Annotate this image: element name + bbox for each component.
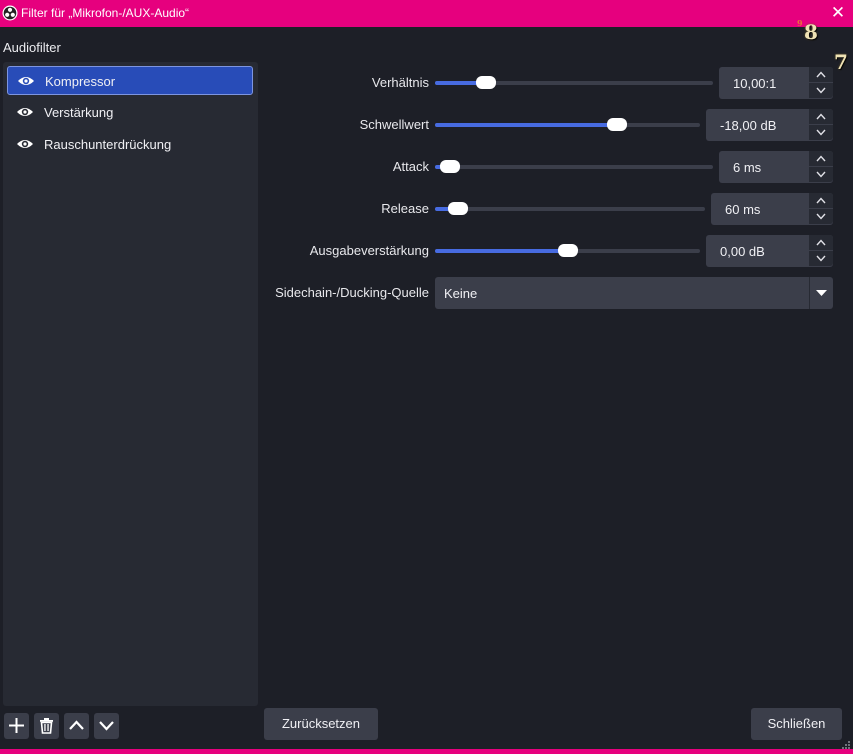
chevron-up-icon: [816, 155, 826, 162]
ratio-label: Verhältnis: [371, 75, 429, 90]
attack-increment-button[interactable]: [809, 151, 833, 166]
overlay-number-8: 8: [804, 20, 818, 44]
chevron-up-icon: [816, 197, 826, 204]
chevron-up-icon: [816, 71, 826, 78]
filter-item-rauschunterdrueckung[interactable]: Rauschunterdrückung: [7, 130, 253, 159]
chevron-down-icon: [816, 213, 826, 220]
title-bar: Filter für „Mikrofon-/AUX-Audio“ ✕: [0, 0, 853, 27]
eye-icon[interactable]: [16, 105, 34, 119]
dropdown-divider: [809, 277, 810, 309]
ratio-slider[interactable]: [435, 76, 713, 89]
release-increment-button[interactable]: [809, 193, 833, 208]
sidechain-select[interactable]: Keine: [435, 277, 833, 309]
threshold-slider[interactable]: [435, 118, 700, 131]
output-gain-label: Ausgabeverstärkung: [309, 243, 429, 258]
output-gain-slider-handle[interactable]: [558, 244, 578, 257]
window-border-bottom: [0, 749, 853, 754]
threshold-slider-fill: [435, 123, 617, 127]
filter-item-label: Rauschunterdrückung: [44, 137, 172, 152]
move-filter-up-button[interactable]: [64, 713, 89, 739]
attack-slider[interactable]: [435, 160, 713, 173]
filter-item-kompressor[interactable]: Kompressor: [7, 66, 253, 95]
ratio-slider-handle[interactable]: [476, 76, 496, 89]
chevron-down-icon: [816, 129, 826, 136]
chevron-down-icon: [816, 255, 826, 262]
obs-logo-icon: [2, 5, 18, 21]
audio-filter-heading: Audiofilter: [3, 40, 61, 55]
sidechain-dropdown-arrow[interactable]: [809, 277, 833, 309]
release-decrement-button[interactable]: [809, 209, 833, 224]
release-spinbox[interactable]: 60 ms: [711, 193, 833, 225]
remove-filter-button[interactable]: [34, 713, 59, 739]
release-label: Release: [381, 201, 429, 216]
threshold-increment-button[interactable]: [809, 109, 833, 124]
ratio-decrement-button[interactable]: [809, 83, 833, 98]
chevron-down-icon: [816, 171, 826, 178]
chevron-up-icon: [69, 720, 84, 730]
attack-spinbox[interactable]: 6 ms: [719, 151, 833, 183]
chevron-down-icon: [816, 87, 826, 94]
threshold-slider-handle[interactable]: [607, 118, 627, 131]
threshold-label: Schwellwert: [359, 117, 429, 132]
chevron-up-icon: [816, 113, 826, 120]
threshold-decrement-button[interactable]: [809, 125, 833, 140]
close-button[interactable]: Schließen: [751, 708, 842, 740]
attack-label: Attack: [392, 159, 429, 174]
ratio-value: 10,00:1: [733, 76, 777, 91]
caret-down-icon: [816, 290, 827, 296]
filter-list: Kompressor Verstärkung Rauschunterdrücku…: [3, 62, 258, 706]
attack-value: 6 ms: [733, 160, 762, 175]
chevron-up-icon: [816, 239, 826, 246]
close-window-icon[interactable]: ✕: [829, 4, 847, 22]
ratio-increment-button[interactable]: [809, 67, 833, 82]
ratio-spinbox[interactable]: 10,00:1: [719, 67, 833, 99]
output-gain-spinbox[interactable]: 0,00 dB: [706, 235, 833, 267]
filter-item-label: Kompressor: [45, 74, 116, 89]
threshold-spinbox[interactable]: -18,00 dB: [706, 109, 833, 141]
threshold-value: -18,00 dB: [720, 118, 777, 133]
output-gain-decrement-button[interactable]: [809, 251, 833, 266]
release-slider-handle[interactable]: [448, 202, 468, 215]
output-gain-slider-fill: [435, 249, 568, 253]
trash-icon: [40, 718, 53, 734]
add-filter-button[interactable]: [4, 713, 29, 739]
filter-item-verstaerkung[interactable]: Verstärkung: [7, 98, 253, 127]
filter-item-label: Verstärkung: [44, 105, 114, 120]
chevron-down-icon: [99, 721, 114, 731]
sidechain-label: Sidechain-/Ducking-Quelle: [275, 285, 429, 300]
eye-icon[interactable]: [17, 74, 35, 88]
reset-button[interactable]: Zurücksetzen: [264, 708, 378, 740]
output-gain-value: 0,00 dB: [720, 244, 765, 259]
release-slider[interactable]: [435, 202, 705, 215]
output-gain-slider[interactable]: [435, 244, 700, 257]
overlay-number-7: 7: [834, 50, 848, 74]
overlay-number-9: 9: [797, 18, 803, 28]
sidechain-value: Keine: [444, 286, 478, 301]
release-value: 60 ms: [725, 202, 761, 217]
output-gain-increment-button[interactable]: [809, 235, 833, 250]
move-filter-down-button[interactable]: [94, 713, 119, 739]
attack-slider-handle[interactable]: [440, 160, 460, 173]
window-title: Filter für „Mikrofon-/AUX-Audio“: [21, 6, 190, 20]
plus-icon: [9, 718, 24, 733]
attack-decrement-button[interactable]: [809, 167, 833, 182]
eye-icon[interactable]: [16, 137, 34, 151]
